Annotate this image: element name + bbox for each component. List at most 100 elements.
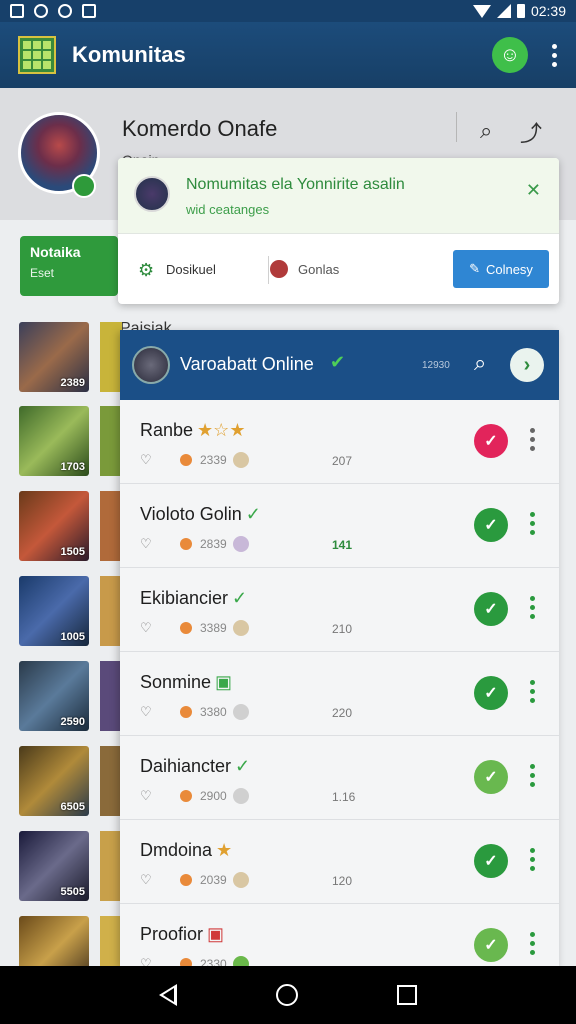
- member-row[interactable]: Ranbe ★☆★ ♡ 2339 207 ✓: [120, 400, 559, 484]
- chip-icon: [232, 956, 249, 966]
- back-nav-icon[interactable]: [159, 984, 178, 1006]
- more-vert-icon[interactable]: [530, 428, 536, 451]
- notification-subtitle: wid ceatanges: [186, 202, 270, 217]
- heart-icon[interactable]: ♡: [140, 872, 154, 888]
- notification-icon: [10, 4, 24, 18]
- online-members-panel: Varoabatt Online ✔ 12930 ⌕ › Ranbe ★☆★ ♡ 2…: [120, 330, 559, 966]
- gallery-notification-icon: [82, 4, 96, 18]
- heart-icon[interactable]: ♡: [140, 704, 154, 720]
- member-score: 2339: [200, 453, 227, 467]
- member-name: Violoto Golin: [140, 504, 242, 524]
- member-score: 2039: [200, 873, 227, 887]
- panel-avatar: [132, 346, 170, 384]
- status-button[interactable]: ✓: [474, 928, 508, 962]
- status-bar: 02:39: [0, 0, 576, 22]
- notification-item-1[interactable]: Dosikuel: [166, 262, 216, 277]
- community-thumb[interactable]: 5505: [19, 831, 89, 901]
- notification-title: Nomumitas ela Yonnirite asalin: [186, 176, 405, 193]
- member-name: Ranbe: [140, 420, 194, 440]
- member-count: 1.16: [332, 790, 356, 804]
- status-button[interactable]: ✓: [474, 844, 508, 878]
- member-score: 2900: [200, 789, 227, 803]
- thumb-strip: [100, 406, 122, 476]
- member-count: 210: [332, 622, 353, 636]
- status-button[interactable]: ✓: [474, 676, 508, 710]
- more-vert-icon[interactable]: [530, 680, 536, 703]
- share-icon[interactable]: ⤴: [520, 116, 542, 148]
- member-badge: ▣: [215, 672, 233, 692]
- community-thumb[interactable]: 2590: [19, 661, 89, 731]
- panel-meta: 12930: [422, 360, 450, 371]
- notification-avatar: [134, 176, 170, 212]
- coin-icon: [180, 958, 192, 966]
- status-button[interactable]: ✓: [474, 508, 508, 542]
- chip-icon: [232, 452, 249, 468]
- chat-button[interactable]: ☺: [492, 37, 528, 73]
- thumb-strip: [100, 322, 122, 392]
- chat-icon: ☺: [499, 43, 521, 66]
- member-count: 120: [332, 874, 353, 888]
- member-count: 207: [332, 454, 353, 468]
- coin-icon: [180, 874, 192, 886]
- more-vert-icon[interactable]: [530, 932, 536, 955]
- community-thumb[interactable]: 1703: [19, 406, 89, 476]
- app-bar: Komunitas ☺: [0, 22, 576, 88]
- close-icon[interactable]: ✕: [526, 180, 541, 201]
- notification-item-2[interactable]: Gonlas: [298, 262, 339, 277]
- community-thumb[interactable]: 1005: [19, 576, 89, 646]
- wifi-icon: [472, 4, 491, 18]
- coin-icon: [180, 454, 192, 466]
- settings-notification-icon: [58, 4, 72, 18]
- member-count: 141: [332, 538, 353, 552]
- more-vert-icon[interactable]: [530, 596, 536, 619]
- member-name: Ekibiancier: [140, 588, 229, 608]
- heart-icon[interactable]: ♡: [140, 788, 154, 804]
- member-name: Dmdoina: [140, 840, 213, 860]
- search-icon[interactable]: ⌕: [474, 350, 486, 376]
- notaika-button[interactable]: Notaika Eset: [20, 236, 118, 296]
- gear-icon: ⚙: [138, 260, 155, 280]
- member-count: 220: [332, 706, 353, 720]
- heart-icon[interactable]: ♡: [140, 536, 154, 552]
- home-nav-icon[interactable]: [275, 984, 298, 1006]
- more-vert-icon[interactable]: [530, 848, 536, 871]
- member-row[interactable]: Ekibiancier ✓ ♡ 3389 210 ✓: [120, 568, 559, 652]
- battery-icon: [516, 4, 525, 18]
- more-options-button[interactable]: [550, 43, 558, 67]
- member-name: Proofior: [140, 924, 204, 944]
- system-nav-bar: [0, 966, 576, 1024]
- status-button[interactable]: ✓: [474, 592, 508, 626]
- member-row[interactable]: Daihiancter ✓ ♡ 2900 1.16 ✓: [120, 736, 559, 820]
- community-thumb[interactable]: 2389: [19, 322, 89, 392]
- member-row[interactable]: Proofior ▣ ♡ 2330 ✓: [120, 904, 559, 966]
- member-row[interactable]: Violoto Golin ✓ ♡ 2839 141 ✓: [120, 484, 559, 568]
- chip-icon: [232, 788, 249, 804]
- member-badge: ✓: [245, 504, 261, 524]
- thumb-strip: [100, 831, 122, 901]
- clock: 02:39: [530, 3, 566, 19]
- search-icon[interactable]: ⌕: [480, 118, 492, 144]
- heart-icon[interactable]: ♡: [140, 452, 154, 468]
- more-vert-icon[interactable]: [530, 512, 536, 535]
- recents-nav-icon[interactable]: [396, 985, 417, 1005]
- thumb-strip: [100, 576, 122, 646]
- heart-icon[interactable]: ♡: [140, 620, 154, 636]
- status-button[interactable]: ✓: [474, 760, 508, 794]
- more-vert-icon[interactable]: [530, 764, 536, 787]
- forward-button[interactable]: ›: [510, 348, 544, 382]
- heart-icon[interactable]: ♡: [140, 956, 154, 966]
- member-score: 3380: [200, 705, 227, 719]
- online-badge: [72, 174, 96, 198]
- member-row[interactable]: Dmdoina ★ ♡ 2039 120 ✓: [120, 820, 559, 904]
- community-thumb[interactable]: 6505: [19, 746, 89, 816]
- community-thumb[interactable]: 1505: [19, 491, 89, 561]
- member-row[interactable]: Sonmine ▣ ♡ 3380 220 ✓: [120, 652, 559, 736]
- chip-icon: [232, 620, 249, 636]
- notification-action-button[interactable]: ✎ Colnesy: [453, 250, 549, 288]
- user-avatar: [270, 260, 288, 278]
- thumb-strip: [100, 491, 122, 561]
- member-badge: ▣: [207, 924, 225, 944]
- coin-icon: [180, 706, 192, 718]
- member-badge: ★: [216, 840, 233, 860]
- status-button[interactable]: ✓: [474, 424, 508, 458]
